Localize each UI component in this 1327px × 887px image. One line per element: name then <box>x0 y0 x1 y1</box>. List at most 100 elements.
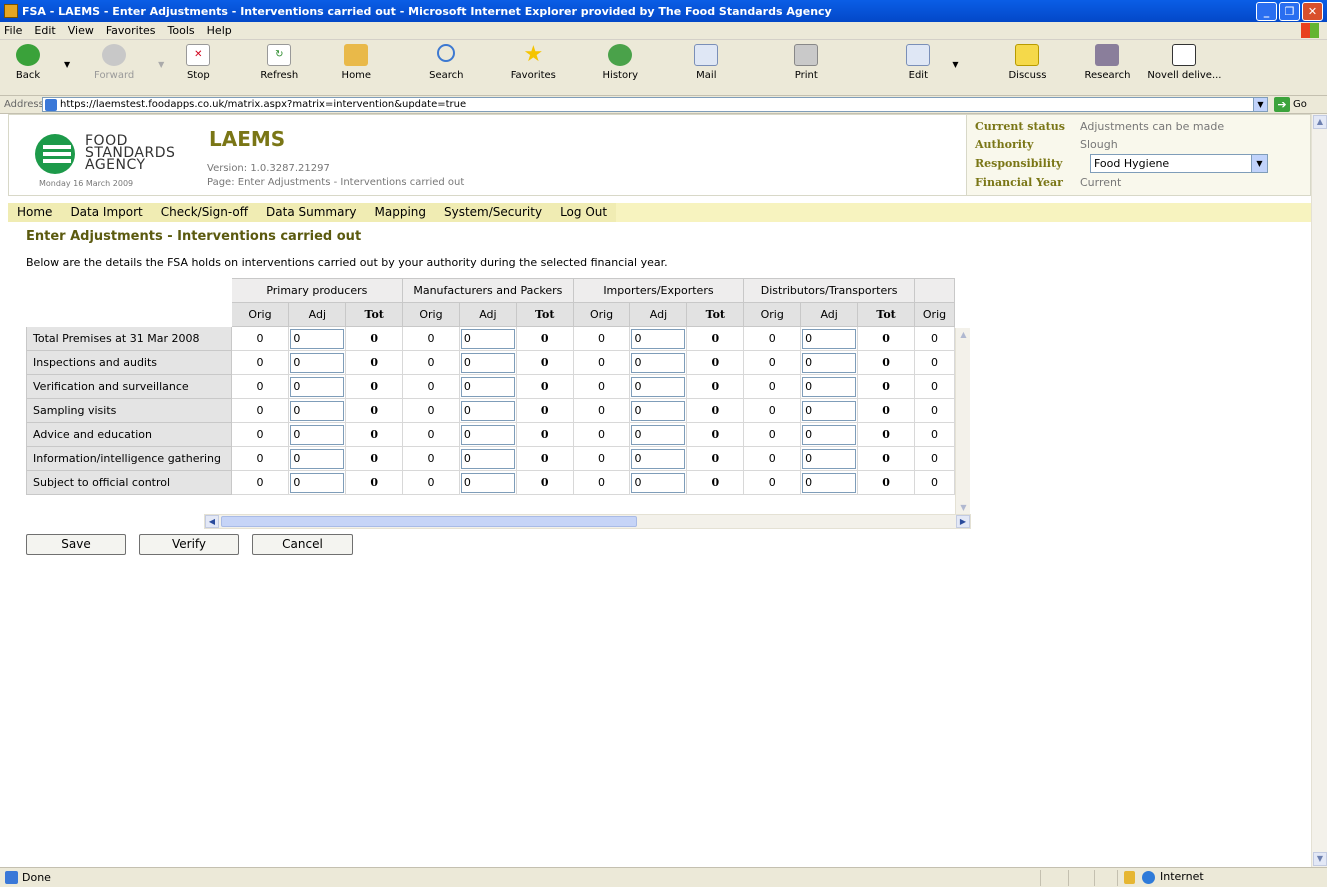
history-icon <box>608 44 633 66</box>
scroll-right-icon[interactable]: ▶ <box>956 515 970 528</box>
sub-header: Orig <box>914 302 955 327</box>
page-vertical-scrollbar[interactable]: ▲ ▼ <box>1311 114 1327 867</box>
nav-check-sign-off[interactable]: Check/Sign-off <box>152 203 257 222</box>
orig-value: 0 <box>743 398 802 423</box>
menu-edit[interactable]: Edit <box>34 24 55 37</box>
adjustment-input[interactable] <box>631 352 686 373</box>
adjustment-input[interactable] <box>290 448 345 469</box>
total-value: 0 <box>345 446 404 471</box>
nav-home[interactable]: Home <box>8 203 61 222</box>
adjustment-input[interactable] <box>460 376 515 397</box>
go-button[interactable]: ➔ Go <box>1274 97 1307 112</box>
adjustment-input[interactable] <box>802 424 857 445</box>
total-value: 0 <box>686 326 745 351</box>
restore-button[interactable]: ❐ <box>1279 2 1300 21</box>
refresh-button[interactable]: ↻ Refresh <box>254 44 304 81</box>
adjustment-input[interactable] <box>460 352 515 373</box>
adjustment-input[interactable] <box>802 376 857 397</box>
adjustment-input[interactable] <box>802 472 857 493</box>
menu-favorites[interactable]: Favorites <box>106 24 156 37</box>
nav-log-out[interactable]: Log Out <box>551 203 616 222</box>
orig-value: 0 <box>914 398 955 423</box>
nav-data-import[interactable]: Data Import <box>61 203 151 222</box>
scroll-up-icon[interactable]: ▲ <box>956 328 971 342</box>
grid-vertical-scrollbar[interactable]: ▲ ▼ <box>955 328 970 515</box>
favorites-button[interactable]: ★ Favorites <box>508 44 558 82</box>
scroll-down-icon[interactable]: ▼ <box>1313 852 1327 866</box>
scroll-up-icon[interactable]: ▲ <box>1313 115 1327 129</box>
address-dropdown-icon[interactable]: ▼ <box>1253 98 1267 111</box>
total-value: 0 <box>345 398 404 423</box>
adjustment-input[interactable] <box>290 352 345 373</box>
adjustment-input[interactable] <box>802 328 857 349</box>
verify-button[interactable]: Verify <box>139 534 239 555</box>
adjustment-input[interactable] <box>290 376 345 397</box>
menu-tools[interactable]: Tools <box>168 24 195 37</box>
scroll-thumb[interactable] <box>221 516 637 527</box>
grid-horizontal-scrollbar[interactable]: ◀ ▶ <box>204 514 971 529</box>
nav-mapping[interactable]: Mapping <box>366 203 436 222</box>
adjustment-input[interactable] <box>460 472 515 493</box>
menu-view[interactable]: View <box>68 24 94 37</box>
sub-header: Tot <box>515 302 574 327</box>
mail-button[interactable]: Mail <box>686 44 726 81</box>
row-label: Inspections and audits <box>26 350 232 375</box>
menu-file[interactable]: File <box>4 24 22 37</box>
adjustment-input[interactable] <box>802 448 857 469</box>
stop-icon: ✕ <box>186 44 211 66</box>
adjustment-input[interactable] <box>802 400 857 421</box>
nav-system-security[interactable]: System/Security <box>435 203 551 222</box>
cancel-button[interactable]: Cancel <box>252 534 353 555</box>
page-viewport: FOOD STANDARDS AGENCY LAEMS Version: 1.0… <box>0 114 1311 867</box>
page-icon <box>45 98 57 111</box>
responsibility-select[interactable]: Food Hygiene ▼ <box>1090 154 1268 173</box>
scroll-left-icon[interactable]: ◀ <box>205 515 219 528</box>
total-value: 0 <box>857 446 916 471</box>
adjustment-input[interactable] <box>631 400 686 421</box>
adjustment-input[interactable] <box>460 448 515 469</box>
scroll-down-icon[interactable]: ▼ <box>956 501 971 515</box>
adjustment-input[interactable] <box>290 328 345 349</box>
adjustment-input[interactable] <box>290 472 345 493</box>
adjustment-input[interactable] <box>460 424 515 445</box>
edit-button[interactable]: Edit <box>898 44 938 81</box>
window-title-bar: FSA - LAEMS - Enter Adjustments - Interv… <box>0 0 1327 22</box>
financial-year-value: Current <box>1080 176 1122 189</box>
zone-text: Internet <box>1160 870 1204 883</box>
adjustment-input[interactable] <box>631 448 686 469</box>
adjustment-input[interactable] <box>802 352 857 373</box>
adjustment-input[interactable] <box>631 424 686 445</box>
forward-button[interactable]: Forward <box>84 44 144 81</box>
nav-data-summary[interactable]: Data Summary <box>257 203 365 222</box>
close-button[interactable]: ✕ <box>1302 2 1323 21</box>
novell-button[interactable]: Novell delive... <box>1144 44 1224 81</box>
orig-value: 0 <box>230 326 290 351</box>
adjustment-input[interactable] <box>631 328 686 349</box>
total-value: 0 <box>686 374 745 399</box>
address-input[interactable]: https://laemstest.foodapps.co.uk/matrix.… <box>42 97 1268 112</box>
save-button[interactable]: Save <box>26 534 126 555</box>
back-button[interactable]: Back <box>8 44 48 81</box>
adjustment-input[interactable] <box>460 328 515 349</box>
search-button[interactable]: Search <box>426 44 466 81</box>
menu-help[interactable]: Help <box>207 24 232 37</box>
discuss-button[interactable]: Discuss <box>1002 44 1052 81</box>
edit-icon <box>906 44 931 66</box>
adjustment-input[interactable] <box>631 376 686 397</box>
adjustment-input[interactable] <box>290 400 345 421</box>
adjustment-input[interactable] <box>290 424 345 445</box>
adjustment-input[interactable] <box>631 472 686 493</box>
menu-bar: File Edit View Favorites Tools Help <box>0 22 1327 40</box>
minimize-button[interactable]: _ <box>1256 2 1277 21</box>
search-icon <box>437 44 456 62</box>
adjustment-input[interactable] <box>460 400 515 421</box>
research-button[interactable]: Research <box>1082 44 1132 81</box>
fsa-logo-icon <box>35 134 75 174</box>
print-button[interactable]: Print <box>786 44 826 81</box>
go-arrow-icon: ➔ <box>1274 97 1290 112</box>
history-button[interactable]: History <box>600 44 640 81</box>
stop-button[interactable]: ✕ Stop <box>178 44 218 81</box>
total-value: 0 <box>515 470 574 495</box>
home-button[interactable]: Home <box>336 44 376 81</box>
current-status-value: Adjustments can be made <box>1080 120 1225 133</box>
